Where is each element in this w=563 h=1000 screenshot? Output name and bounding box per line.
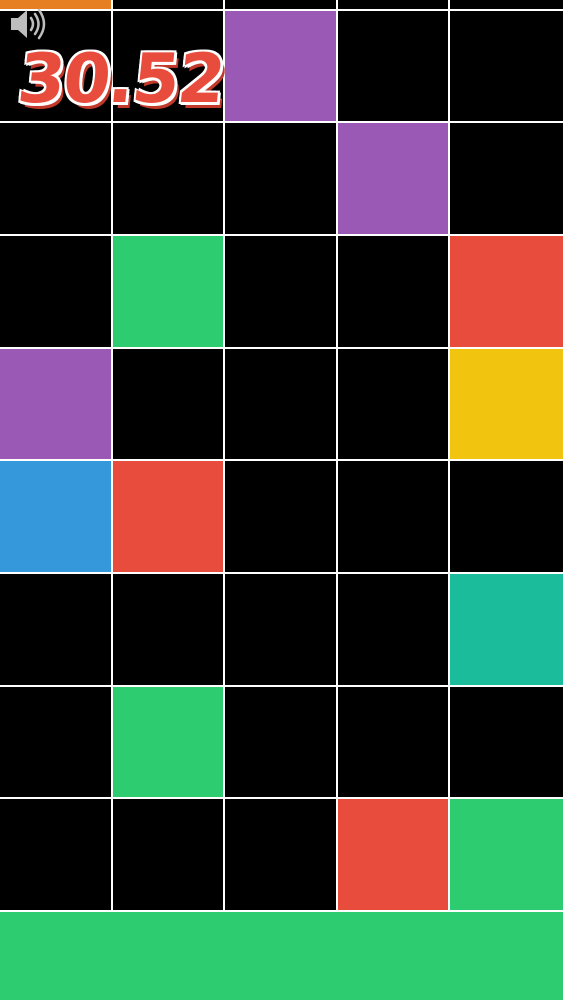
black-tile[interactable] xyxy=(0,236,111,347)
black-tile[interactable] xyxy=(225,349,336,459)
sound-toggle-button[interactable] xyxy=(8,6,48,42)
black-tile[interactable] xyxy=(338,236,448,347)
black-tile[interactable] xyxy=(225,236,336,347)
black-tile[interactable] xyxy=(338,574,448,685)
black-tile[interactable] xyxy=(0,687,111,797)
speaker-icon xyxy=(11,8,46,40)
black-tile[interactable] xyxy=(225,799,336,910)
black-tile[interactable] xyxy=(0,574,111,685)
blue-tile[interactable] xyxy=(0,461,111,572)
red-tile[interactable] xyxy=(338,799,448,910)
black-tile[interactable] xyxy=(0,123,111,234)
purple-tile[interactable] xyxy=(338,123,448,234)
green-tile[interactable] xyxy=(450,799,563,910)
black-tile[interactable] xyxy=(225,574,336,685)
black-tile[interactable] xyxy=(0,799,111,910)
black-tile[interactable] xyxy=(225,0,336,9)
green-tile[interactable] xyxy=(113,236,223,347)
green-tile[interactable] xyxy=(113,687,223,797)
black-tile[interactable] xyxy=(450,0,563,9)
black-tile[interactable] xyxy=(338,349,448,459)
black-tile[interactable] xyxy=(338,0,448,9)
black-tile[interactable] xyxy=(225,123,336,234)
purple-tile[interactable] xyxy=(0,349,111,459)
black-tile[interactable] xyxy=(113,0,223,9)
tile-board xyxy=(0,0,563,912)
black-tile[interactable] xyxy=(225,461,336,572)
yellow-tile[interactable] xyxy=(450,349,563,459)
black-tile[interactable] xyxy=(113,349,223,459)
black-tile[interactable] xyxy=(113,799,223,910)
bottom-bar xyxy=(0,912,563,1000)
black-tile[interactable] xyxy=(338,11,448,121)
red-tile[interactable] xyxy=(450,236,563,347)
black-tile[interactable] xyxy=(450,11,563,121)
black-tile[interactable] xyxy=(225,687,336,797)
red-tile[interactable] xyxy=(113,461,223,572)
timer-display: 30.52 xyxy=(13,40,228,119)
black-tile[interactable] xyxy=(113,123,223,234)
black-tile[interactable] xyxy=(338,687,448,797)
black-tile[interactable] xyxy=(450,461,563,572)
purple-tile[interactable] xyxy=(225,11,336,121)
black-tile[interactable] xyxy=(450,687,563,797)
black-tile[interactable] xyxy=(450,123,563,234)
black-tile[interactable] xyxy=(338,461,448,572)
black-tile[interactable] xyxy=(113,574,223,685)
game-screen: 30.52 xyxy=(0,0,563,1000)
teal-tile[interactable] xyxy=(450,574,563,685)
